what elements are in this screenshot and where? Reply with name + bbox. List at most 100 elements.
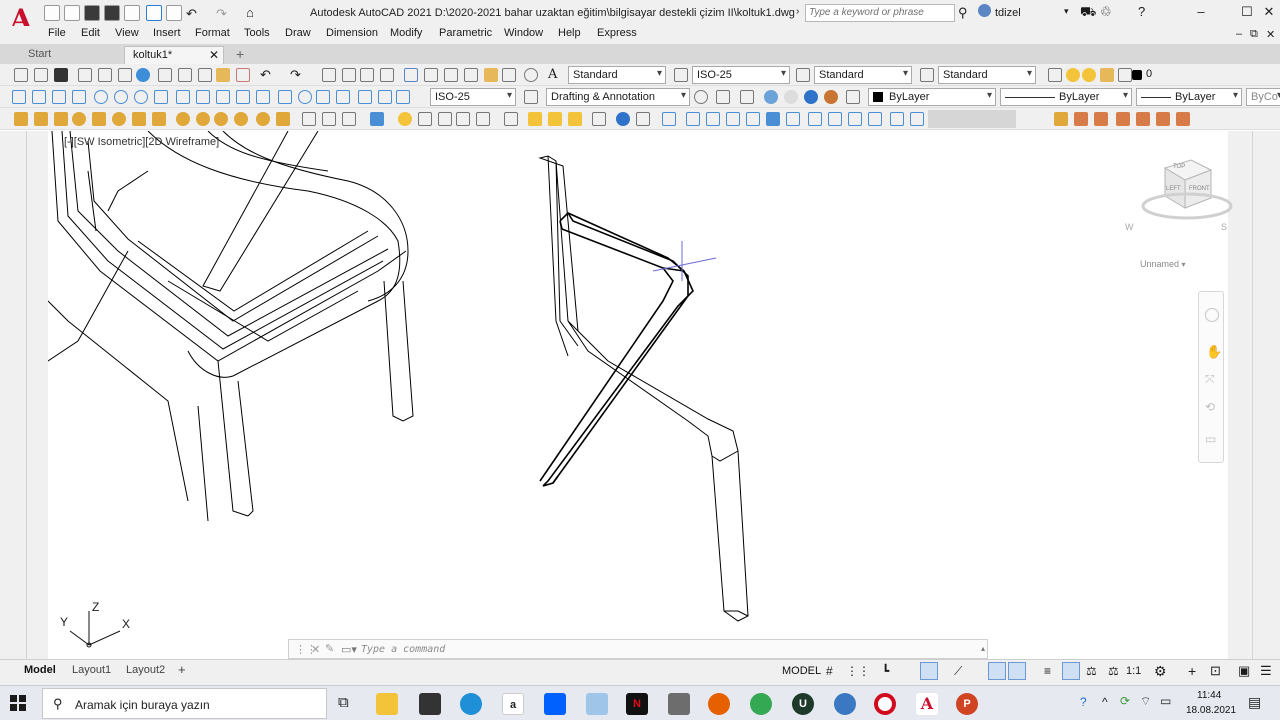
loft-icon[interactable] bbox=[256, 112, 270, 126]
table-style-icon[interactable] bbox=[796, 68, 810, 82]
ordinate-dim-icon[interactable] bbox=[72, 90, 86, 104]
visual-style-conceptual-icon[interactable] bbox=[824, 90, 838, 104]
tab-layout2[interactable]: Layout2 bbox=[126, 664, 165, 676]
angular-dim-icon[interactable] bbox=[154, 90, 168, 104]
help-search-input[interactable]: Type a keyword or phrase bbox=[805, 4, 955, 22]
jogged-linear-icon[interactable] bbox=[336, 90, 350, 104]
firefox-icon[interactable] bbox=[708, 693, 730, 715]
new-tab-icon[interactable]: + bbox=[236, 46, 244, 62]
chevron-right-icon[interactable]: › bbox=[796, 6, 799, 17]
tolerance-icon[interactable] bbox=[278, 90, 292, 104]
subtract-icon[interactable] bbox=[438, 112, 452, 126]
chevron-up-icon[interactable]: ▴ bbox=[981, 644, 985, 653]
dim-edit-icon[interactable] bbox=[358, 90, 372, 104]
block-editor-icon[interactable] bbox=[236, 68, 250, 82]
publish-icon[interactable] bbox=[118, 68, 132, 82]
visual-style-hidden-icon[interactable] bbox=[784, 90, 798, 104]
view-ne-iso-icon[interactable] bbox=[848, 112, 862, 126]
menu-format[interactable]: Format bbox=[195, 27, 230, 39]
menu-express[interactable]: Express bbox=[597, 27, 637, 39]
geographic-location-icon[interactable] bbox=[616, 112, 630, 126]
copy-icon[interactable] bbox=[178, 68, 192, 82]
named-views-icon[interactable] bbox=[910, 112, 924, 126]
pan-icon[interactable] bbox=[322, 68, 336, 82]
view-back-icon[interactable] bbox=[786, 112, 800, 126]
units-icon[interactable]: ⊡ bbox=[1210, 663, 1221, 679]
chrome-icon[interactable] bbox=[750, 693, 772, 715]
object-snap-icon[interactable] bbox=[1008, 662, 1026, 680]
help-icon[interactable]: ? bbox=[1138, 4, 1145, 19]
extrude-icon[interactable] bbox=[176, 112, 190, 126]
menu-dimension[interactable]: Dimension bbox=[326, 27, 378, 39]
polar-tracking-icon[interactable] bbox=[920, 662, 938, 680]
task-view-icon[interactable]: ⧉ bbox=[338, 694, 349, 711]
view-front-icon[interactable] bbox=[766, 112, 780, 126]
zoom-previous-icon[interactable] bbox=[380, 68, 394, 82]
text-style-icon[interactable]: A bbox=[548, 67, 557, 82]
layer-properties-icon[interactable] bbox=[1048, 68, 1062, 82]
view-top-icon[interactable] bbox=[686, 112, 700, 126]
center-mark-icon[interactable] bbox=[298, 90, 312, 104]
open-icon[interactable] bbox=[34, 68, 48, 82]
separate-icon[interactable] bbox=[1156, 112, 1170, 126]
clock-time[interactable]: 11:44 bbox=[1197, 690, 1221, 701]
box-icon[interactable] bbox=[14, 112, 28, 126]
auto-scale-icon[interactable]: ⚖ bbox=[1108, 664, 1119, 678]
linetype-select[interactable]: ByLayer bbox=[1000, 88, 1132, 106]
view-sw-iso-icon[interactable] bbox=[808, 112, 822, 126]
dim-space-icon[interactable] bbox=[236, 90, 250, 104]
tab-start[interactable]: Start bbox=[20, 46, 120, 64]
cylinder-icon[interactable] bbox=[92, 112, 106, 126]
chevron-down-icon[interactable]: ▾ bbox=[1064, 6, 1069, 17]
menu-edit[interactable]: Edit bbox=[81, 27, 100, 39]
zoom-extents-icon[interactable]: ⤧ bbox=[1205, 372, 1215, 387]
tab-layout1[interactable]: Layout1 bbox=[72, 664, 111, 676]
quickcalc-icon[interactable] bbox=[502, 68, 516, 82]
store-icon[interactable] bbox=[419, 693, 441, 715]
jogged-dim-icon[interactable] bbox=[114, 90, 128, 104]
annotation-scale-icon[interactable]: ⚖ bbox=[1086, 664, 1097, 678]
user-icon[interactable] bbox=[978, 4, 991, 17]
menu-draw[interactable]: Draw bbox=[285, 27, 311, 39]
menu-insert[interactable]: Insert bbox=[153, 27, 181, 39]
paint-icon[interactable] bbox=[586, 693, 608, 715]
paste-icon[interactable] bbox=[198, 68, 212, 82]
plotstyle-select[interactable]: ByCo bbox=[1246, 88, 1280, 106]
steering-wheel-icon[interactable] bbox=[1205, 308, 1219, 322]
menu-tools[interactable]: Tools bbox=[244, 27, 270, 39]
menu-help[interactable]: Help bbox=[558, 27, 581, 39]
file-explorer-icon[interactable] bbox=[376, 693, 398, 715]
revolve-icon[interactable] bbox=[234, 112, 248, 126]
dropbox-icon[interactable] bbox=[544, 693, 566, 715]
command-line[interactable]: ⋮⋮ ✕ ✎ ▭▾ Type a command ▴ bbox=[288, 639, 988, 659]
print-icon[interactable] bbox=[166, 5, 182, 21]
visual-style-manager-icon[interactable] bbox=[846, 90, 860, 104]
view-se-iso-icon[interactable] bbox=[828, 112, 842, 126]
properties-icon[interactable] bbox=[404, 68, 418, 82]
showmotion-icon[interactable]: ▭ bbox=[1205, 432, 1216, 446]
snap-icon[interactable]: ⋮⋮ bbox=[846, 664, 870, 678]
continue-dim-icon[interactable] bbox=[216, 90, 230, 104]
help-tray-icon[interactable]: ? bbox=[1080, 695, 1087, 709]
sweep-icon[interactable] bbox=[214, 112, 228, 126]
sphere-icon[interactable] bbox=[72, 112, 86, 126]
dim-style-icon[interactable] bbox=[674, 68, 688, 82]
annotation-scale-value[interactable]: 1:1 bbox=[1126, 665, 1141, 677]
clean-screen-icon[interactable]: ▣ bbox=[1238, 663, 1250, 679]
shell-icon[interactable] bbox=[1176, 112, 1190, 126]
save-icon[interactable] bbox=[54, 68, 68, 82]
recent-commands-icon[interactable]: ▭▾ bbox=[341, 643, 357, 656]
move-3d-icon[interactable] bbox=[302, 112, 316, 126]
add-icon[interactable]: + bbox=[1188, 663, 1196, 679]
add-layout-icon[interactable]: + bbox=[178, 662, 186, 677]
distant-light-icon[interactable] bbox=[568, 112, 582, 126]
netflix-icon[interactable]: N bbox=[626, 693, 648, 715]
minimize-button[interactable]: – bbox=[1190, 3, 1212, 21]
array-3d-icon[interactable] bbox=[370, 112, 384, 126]
chamfer-edge-icon[interactable] bbox=[1074, 112, 1088, 126]
match-properties-icon[interactable] bbox=[216, 68, 230, 82]
undo-icon[interactable]: ↶ bbox=[186, 6, 197, 22]
fillet-edge-icon[interactable] bbox=[1054, 112, 1068, 126]
render-icon[interactable] bbox=[716, 90, 730, 104]
union-icon[interactable] bbox=[418, 112, 432, 126]
